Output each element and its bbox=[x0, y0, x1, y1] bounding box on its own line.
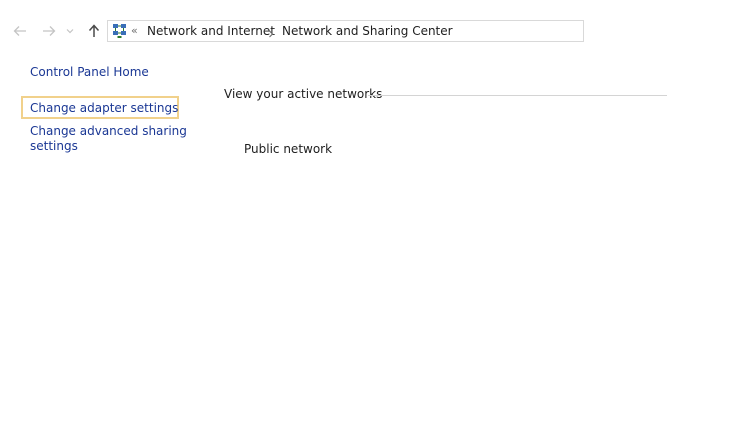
arrow-left-icon bbox=[13, 26, 26, 36]
control-panel-home-link[interactable]: Control Panel Home bbox=[30, 65, 149, 80]
change-adapter-settings-link[interactable]: Change adapter settings bbox=[30, 101, 178, 116]
up-button[interactable] bbox=[85, 22, 103, 40]
recent-locations-button[interactable] bbox=[64, 22, 76, 40]
link-text-line-2: settings bbox=[30, 139, 78, 153]
arrow-up-icon bbox=[88, 24, 100, 37]
network-control-panel-icon bbox=[112, 23, 127, 39]
network-type-label: Public network bbox=[244, 142, 333, 156]
arrow-right-icon bbox=[43, 26, 56, 36]
breadcrumb-network-and-sharing-center[interactable]: Network and Sharing Center bbox=[282, 24, 453, 38]
address-bar[interactable]: « Network and Internet Network and Shari… bbox=[107, 20, 584, 42]
heading-divider bbox=[368, 95, 667, 96]
breadcrumb-chevron-right-icon[interactable] bbox=[267, 25, 275, 38]
breadcrumb-network-and-internet[interactable]: Network and Internet bbox=[147, 24, 275, 38]
back-button[interactable] bbox=[11, 22, 29, 40]
link-text-line-1: Change advanced sharing bbox=[30, 124, 187, 138]
breadcrumb-overflow-button[interactable]: « bbox=[131, 24, 138, 37]
chevron-down-icon bbox=[66, 29, 74, 34]
forward-button[interactable] bbox=[40, 22, 58, 40]
change-advanced-sharing-settings-link[interactable]: Change advanced sharing settings bbox=[30, 124, 187, 154]
active-networks-heading: View your active networks bbox=[224, 87, 383, 101]
